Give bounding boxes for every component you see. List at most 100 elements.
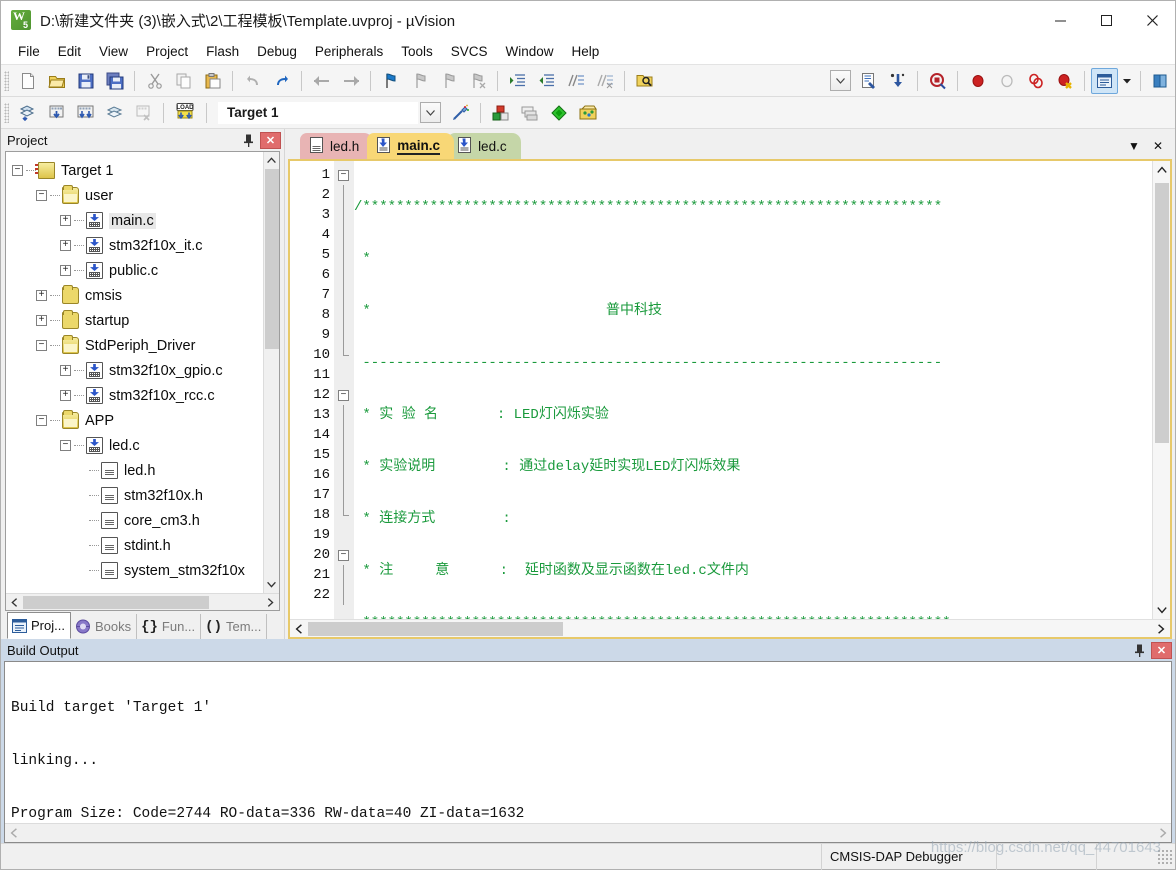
tree-toggle[interactable]: − [36,340,47,351]
start-debug-session-icon[interactable] [924,68,951,94]
batch-build-icon[interactable] [101,100,128,126]
menu-peripherals[interactable]: Peripherals [306,41,392,62]
target-dropdown-arrow[interactable] [420,102,441,123]
next-bookmark-icon[interactable] [435,68,462,94]
open-file-icon[interactable] [43,68,70,94]
disable-breakpoint-icon[interactable] [1022,68,1049,94]
books-window-icon[interactable] [1147,68,1174,94]
target-selector[interactable]: Target 1 [218,101,418,124]
comment-icon[interactable] [562,68,589,94]
tab-templates[interactable]: () Tem... [201,614,268,639]
pack-installer-icon[interactable] [545,100,572,126]
scroll-down-icon[interactable] [263,576,279,593]
tree-scroll-track[interactable] [263,349,279,576]
tab-project[interactable]: Proj... [7,612,71,639]
toolbar2-grip[interactable] [4,102,9,123]
tree-toggle[interactable]: − [36,190,47,201]
tree-item-public-c[interactable]: + public.c [12,258,263,283]
scroll-left-icon[interactable] [5,825,22,842]
cut-icon[interactable] [141,68,168,94]
toolbar-grip[interactable] [4,70,9,91]
tab-functions[interactable]: {} Fun... [137,614,202,639]
undo-icon[interactable] [239,68,266,94]
tree-toggle[interactable]: + [36,290,47,301]
menu-view[interactable]: View [90,41,137,62]
menu-help[interactable]: Help [563,41,609,62]
fold-toggle-icon[interactable]: − [338,170,349,181]
editor-horizontal-scrollbar[interactable] [290,619,1170,637]
maximize-button[interactable] [1083,1,1129,39]
tree-item-stm32f10x-rcc-c[interactable]: + stm32f10x_rcc.c [12,383,263,408]
project-window-icon[interactable] [1091,67,1118,94]
tree-item-stdperiph-driver[interactable]: − StdPeriph_Driver [12,333,263,358]
scroll-up-icon[interactable] [263,152,279,169]
tree-item-user[interactable]: − user [12,183,263,208]
prev-bookmark-icon[interactable] [406,68,433,94]
kill-breakpoint-icon[interactable] [993,68,1020,94]
toolbar-dropdown-arrow[interactable] [830,70,851,91]
scroll-left-icon[interactable] [290,620,308,638]
manage-components-icon[interactable] [487,100,514,126]
find-in-files-icon[interactable] [631,68,658,94]
editor-tab-menu-icon[interactable]: ▼ [1122,135,1146,157]
tree-toggle[interactable]: + [36,315,47,326]
copy-icon[interactable] [170,68,197,94]
menu-svcs[interactable]: SVCS [442,41,497,62]
menu-file[interactable]: File [9,41,49,62]
tree-toggle[interactable]: + [60,265,71,276]
build-output-close-icon[interactable]: ✕ [1151,641,1172,659]
indent-icon[interactable] [504,68,531,94]
tree-vertical-scrollbar[interactable] [263,152,279,593]
tree-item-stm32f10x-it-c[interactable]: + stm32f10x_it.c [12,233,263,258]
outdent-icon[interactable] [533,68,560,94]
code-folding-bar[interactable]: − − − [334,161,354,619]
menu-flash[interactable]: Flash [197,41,248,62]
tree-item-led-h[interactable]: led.h [12,458,263,483]
scroll-up-icon[interactable] [1153,161,1171,179]
download-icon[interactable]: LOAD [170,100,200,126]
rebuild-all-icon[interactable] [72,100,99,126]
tree-toggle[interactable]: + [60,215,71,226]
tree-item-main-c[interactable]: + main.c [12,208,263,233]
tab-books[interactable]: Books [71,614,138,639]
editor-tab-main-c[interactable]: main.c [367,133,455,159]
editor-scroll-thumb[interactable] [1154,183,1169,443]
navigate-back-icon[interactable] [308,68,335,94]
close-button[interactable] [1129,1,1175,39]
tree-item-app[interactable]: − APP [12,408,263,433]
editor-vertical-scrollbar[interactable] [1152,161,1170,619]
tree-toggle[interactable]: − [12,165,23,176]
toolbar-dropdown-icon[interactable] [826,68,853,94]
scroll-left-icon[interactable] [6,594,23,611]
build-target-icon[interactable] [43,100,70,126]
tree-toggle[interactable]: + [60,365,71,376]
menu-debug[interactable]: Debug [248,41,306,62]
save-icon[interactable] [72,68,99,94]
tree-item-target1[interactable]: − Target 1 [12,158,263,183]
tree-toggle[interactable]: − [36,415,47,426]
menu-tools[interactable]: Tools [392,41,442,62]
code-content[interactable]: /***************************************… [354,161,1152,619]
tree-item-stm32f10x-gpio-c[interactable]: + stm32f10x_gpio.c [12,358,263,383]
debug-start-icon[interactable] [884,68,911,94]
code-view[interactable]: 1 2 3 4 5 6 7 8 9 10 11 12 13 14 15 16 1… [290,161,1152,619]
tree-item-stdint-h[interactable]: stdint.h [12,533,263,558]
editor-tab-led-c[interactable]: led.c [448,133,521,159]
tree-scroll-thumb[interactable] [264,169,279,349]
scroll-right-icon[interactable] [1154,825,1171,842]
project-panel-close-icon[interactable]: ✕ [260,131,281,149]
build-output-hscrollbar[interactable] [5,823,1171,842]
minimize-button[interactable] [1037,1,1083,39]
pin-icon[interactable] [239,131,257,149]
tree-toggle[interactable]: + [60,390,71,401]
menu-project[interactable]: Project [137,41,197,62]
uncomment-icon[interactable] [591,68,618,94]
tree-horizontal-scrollbar[interactable] [6,593,279,610]
pin-icon[interactable] [1130,641,1148,659]
redo-icon[interactable] [268,68,295,94]
menu-edit[interactable]: Edit [49,41,90,62]
configure-target-icon[interactable] [855,68,882,94]
editor-hscroll-thumb[interactable] [308,621,563,636]
build-output-text[interactable]: Build target 'Target 1' linking... Progr… [5,662,1171,823]
translate-file-icon[interactable] [14,100,41,126]
